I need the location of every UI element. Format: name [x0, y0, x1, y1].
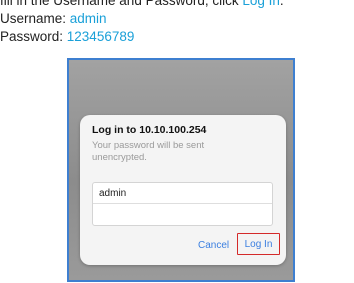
- password-label: Password:: [0, 29, 67, 44]
- instruction-line: fill in the Username and Password, click…: [0, 0, 354, 10]
- instruction-text: fill in the Username and Password, click: [0, 0, 243, 8]
- login-reference: Log In: [242, 0, 280, 8]
- username-value: admin: [69, 11, 107, 26]
- password-line: Password: 123456789: [0, 28, 354, 46]
- login-button[interactable]: Log In: [237, 233, 280, 255]
- username-field[interactable]: [93, 183, 272, 204]
- instruction-end: .: [279, 0, 284, 8]
- credentials-group: [92, 182, 273, 226]
- instructions: fill in the Username and Password, click…: [0, 0, 354, 46]
- login-screenshot: Log in to 10.10.100.254 Your password wi…: [67, 58, 295, 282]
- password-value: 123456789: [66, 29, 135, 44]
- password-field[interactable]: [93, 204, 272, 225]
- page: fill in the Username and Password, click…: [0, 0, 354, 283]
- dialog-message: Your password will be sent unencrypted.: [92, 140, 205, 163]
- username-label: Username:: [0, 11, 70, 26]
- username-line: Username: admin: [0, 10, 354, 28]
- cancel-button[interactable]: Cancel: [198, 240, 229, 251]
- login-dialog: Log in to 10.10.100.254 Your password wi…: [80, 115, 286, 265]
- dialog-title: Log in to 10.10.100.254: [92, 124, 207, 136]
